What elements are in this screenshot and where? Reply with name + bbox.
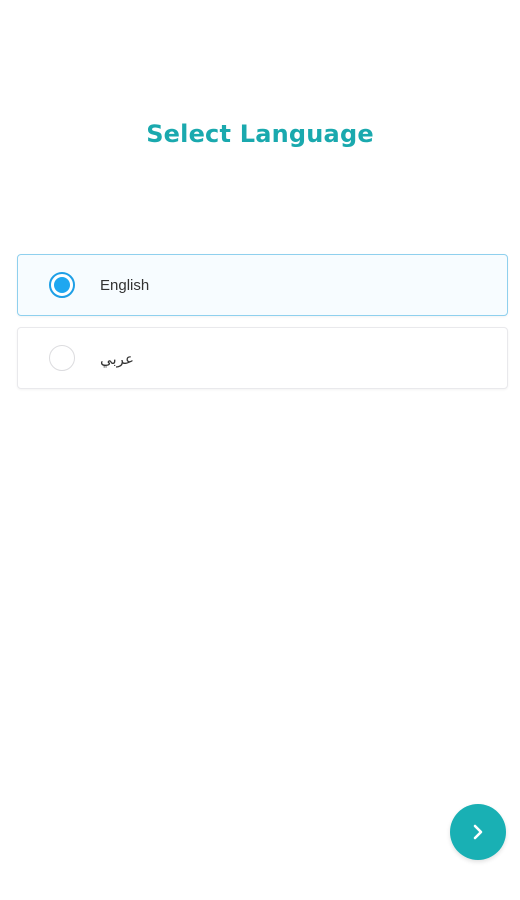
radio-selected-dot (54, 277, 70, 293)
language-options: English عربي (17, 254, 508, 400)
chevron-right-icon (473, 824, 483, 840)
language-label-english: English (100, 277, 150, 294)
next-button[interactable] (450, 804, 506, 860)
radio-button-arabic[interactable] (49, 345, 75, 371)
language-option-arabic[interactable]: عربي (17, 327, 508, 389)
page-title: Select Language (146, 120, 374, 148)
radio-button-english[interactable] (49, 272, 75, 298)
language-label-arabic: عربي (100, 351, 134, 368)
language-option-english[interactable]: English (17, 254, 508, 316)
